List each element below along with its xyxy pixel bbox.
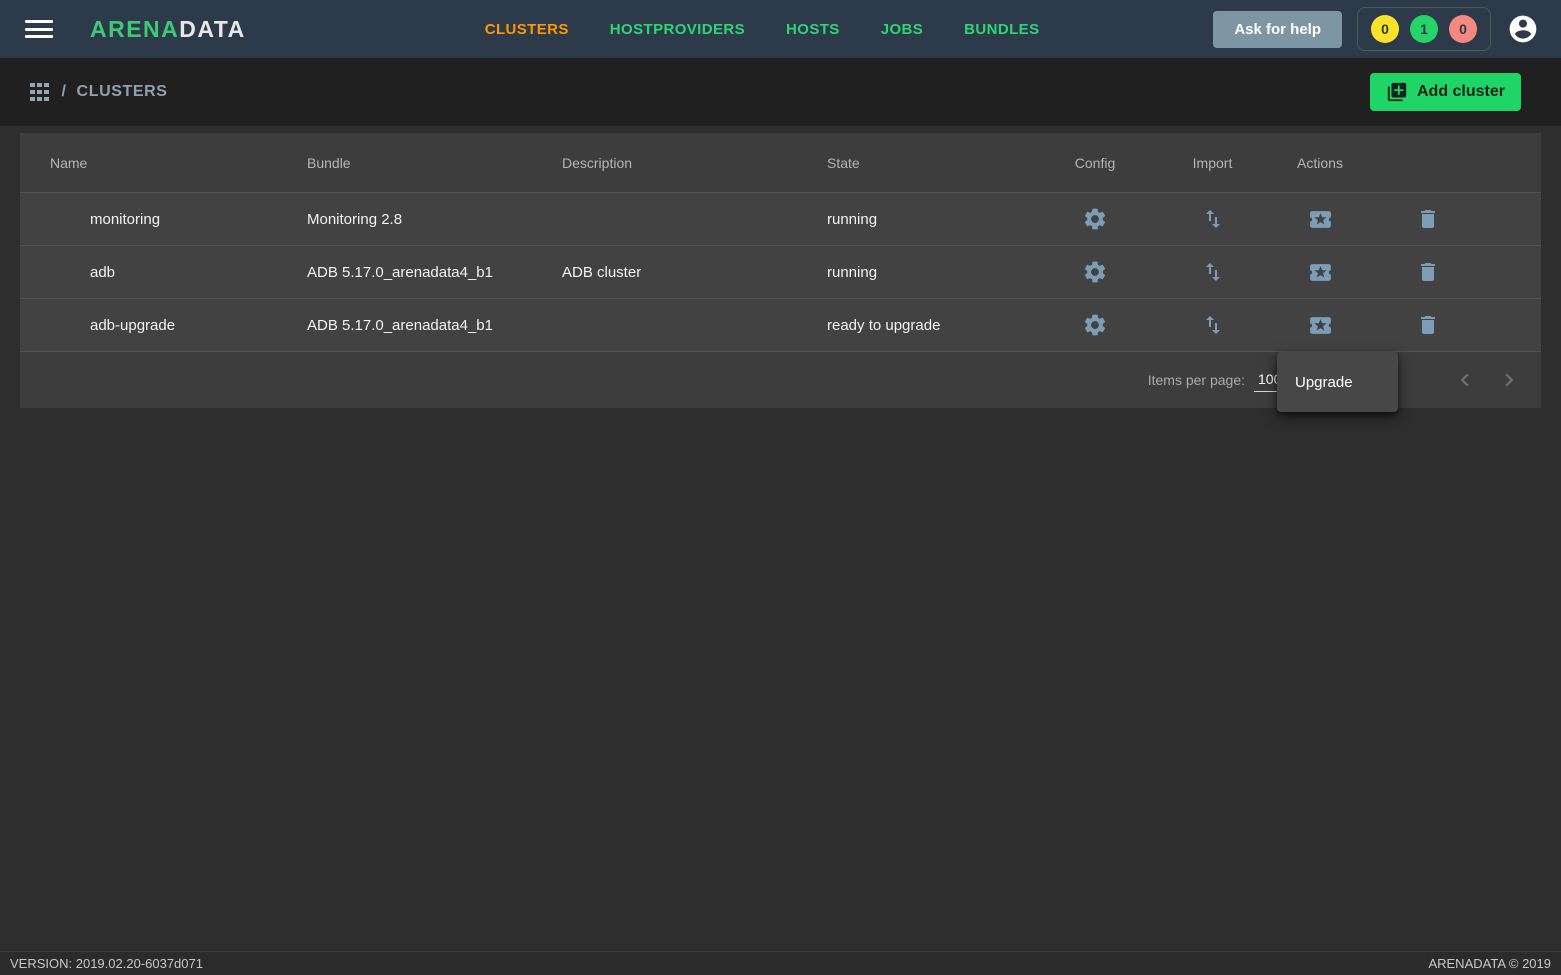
delete-button[interactable] [1416,260,1440,284]
cell-description: ADB cluster [532,246,797,298]
success-count-badge[interactable]: 1 [1410,15,1438,43]
nav-bundles[interactable]: BUNDLES [964,21,1039,38]
nav-hosts[interactable]: HOSTS [786,21,840,38]
cell-bundle: ADB 5.17.0_arenadata4_b1 [277,246,532,298]
apps-grid-icon[interactable] [30,83,49,102]
cell-bundle: ADB 5.17.0_arenadata4_b1 [277,299,532,351]
trash-icon [1416,313,1440,337]
upgrade-menu-item[interactable]: Upgrade [1277,358,1398,406]
table-row-adb-upgrade[interactable]: adb-upgrade ADB 5.17.0_arenadata4_b1 rea… [20,298,1541,351]
table-row-adb[interactable]: adb ADB 5.17.0_arenadata4_b1 ADB cluster… [20,245,1541,298]
header-import: Import [1160,133,1265,192]
items-per-page-label: Items per page: [1148,372,1245,388]
trash-icon [1416,260,1440,284]
actions-button[interactable] [1308,313,1333,338]
delete-button[interactable] [1416,313,1440,337]
breadcrumb-clusters[interactable]: CLUSTERS [77,83,168,101]
cell-name[interactable]: adb-upgrade [20,299,277,351]
nav-clusters[interactable]: CLUSTERS [485,21,569,38]
cell-state: ready to upgrade [797,299,1030,351]
chevron-left-icon [1452,367,1478,393]
cell-name[interactable]: monitoring [20,193,277,245]
header-state: State [797,133,1030,192]
import-button[interactable] [1201,313,1225,337]
import-button[interactable] [1201,260,1225,284]
header-actions: Actions [1265,133,1375,192]
logo-part-arena: ARENA [90,16,179,42]
table-header-row: Name Bundle Description State Config Imp… [20,133,1541,192]
gear-icon [1082,259,1108,285]
gear-icon [1082,312,1108,338]
cell-state: running [797,246,1030,298]
nav-jobs[interactable]: JOBS [881,21,923,38]
add-cluster-label: Add cluster [1417,83,1505,101]
library-add-icon [1386,81,1408,103]
breadcrumb-separator: / [62,83,67,101]
actions-button[interactable] [1308,207,1333,232]
arenadata-logo[interactable]: ARENADATA [90,16,246,43]
trash-icon [1416,207,1440,231]
gear-icon [1082,206,1108,232]
actions-dropdown-menu: Upgrade [1277,352,1398,412]
import-export-icon [1201,313,1225,337]
copyright-text: ARENADATA © 2019 [1428,956,1551,971]
cell-name[interactable]: adb [20,246,277,298]
ticket-star-icon [1308,313,1333,338]
add-cluster-button[interactable]: Add cluster [1370,73,1521,111]
config-button[interactable] [1082,206,1108,232]
import-button[interactable] [1201,207,1225,231]
cell-state: running [797,193,1030,245]
table-row-monitoring[interactable]: monitoring Monitoring 2.8 running [20,192,1541,245]
main-content: Name Bundle Description State Config Imp… [0,126,1561,951]
config-button[interactable] [1082,312,1108,338]
header-delete [1375,133,1480,192]
header-bundle: Bundle [277,133,532,192]
error-count-badge[interactable]: 0 [1449,15,1477,43]
account-icon[interactable] [1507,13,1539,45]
import-export-icon [1201,207,1225,231]
header-name: Name [20,133,277,192]
nav-hostproviders[interactable]: HOSTPROVIDERS [610,21,745,38]
delete-button[interactable] [1416,207,1440,231]
cell-description [532,193,797,245]
config-button[interactable] [1082,259,1108,285]
job-status-badges: 0 1 0 [1357,7,1491,51]
cell-description [532,299,797,351]
breadcrumb: / CLUSTERS [62,83,168,101]
next-page-button[interactable] [1495,366,1523,394]
warning-count-badge[interactable]: 0 [1371,15,1399,43]
top-navbar: ARENADATA CLUSTERS HOSTPROVIDERS HOSTS J… [0,0,1561,58]
ask-for-help-button[interactable]: Ask for help [1213,11,1342,48]
header-description: Description [532,133,797,192]
ticket-star-icon [1308,260,1333,285]
version-text: VERSION: 2019.02.20-6037d071 [10,956,203,971]
main-nav: CLUSTERS HOSTPROVIDERS HOSTS JOBS BUNDLE… [485,21,1040,38]
logo-part-data: DATA [179,16,245,42]
chevron-right-icon [1496,367,1522,393]
import-export-icon [1201,260,1225,284]
previous-page-button[interactable] [1451,366,1479,394]
page-footer: VERSION: 2019.02.20-6037d071 ARENADATA ©… [0,951,1561,975]
header-config: Config [1030,133,1160,192]
ticket-star-icon [1308,207,1333,232]
hamburger-menu-icon[interactable] [25,16,53,43]
breadcrumb-toolbar: / CLUSTERS Add cluster [0,58,1561,126]
navbar-right-group: Ask for help 0 1 0 [1213,7,1539,51]
cell-bundle: Monitoring 2.8 [277,193,532,245]
actions-button[interactable] [1308,260,1333,285]
